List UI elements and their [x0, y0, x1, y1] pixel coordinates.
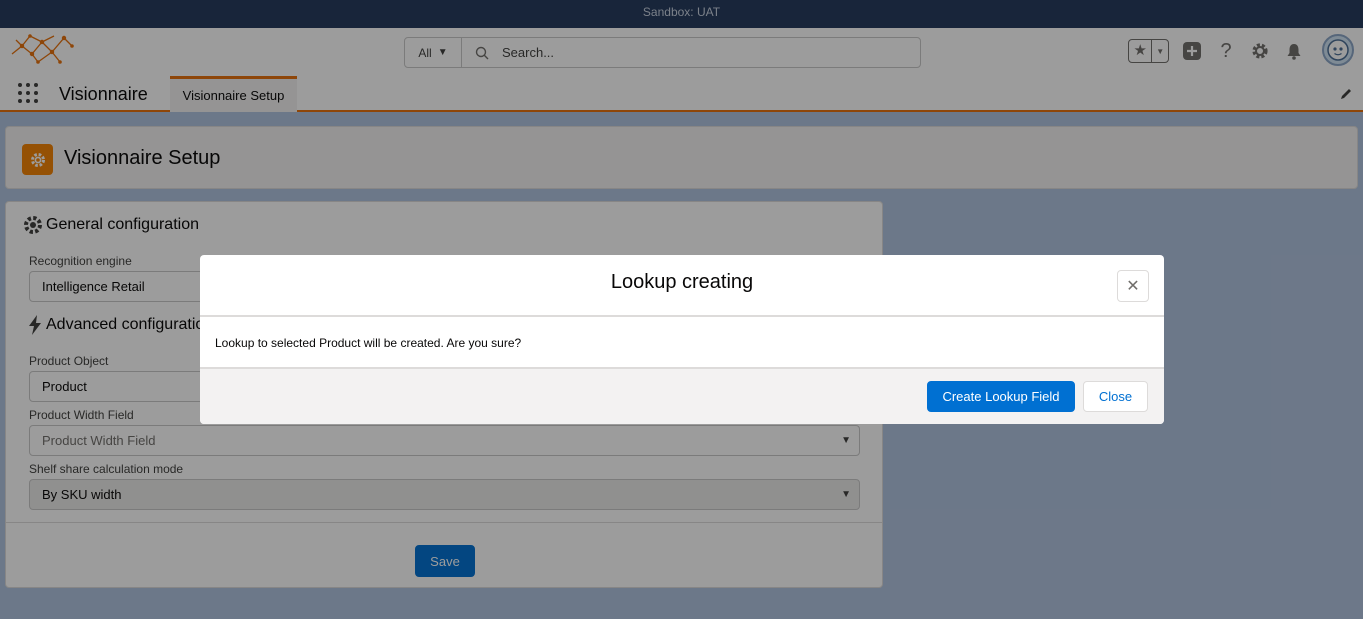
- lookup-creating-modal: Lookup creating ✕ Lookup to selected Pro…: [200, 255, 1164, 424]
- modal-close-button[interactable]: ✕: [1117, 270, 1149, 302]
- create-lookup-field-button[interactable]: Create Lookup Field: [927, 381, 1075, 412]
- close-icon: ✕: [1126, 278, 1140, 295]
- modal-header: Lookup creating ✕: [200, 255, 1164, 317]
- modal-footer: Create Lookup Field Close: [200, 367, 1164, 424]
- modal-title: Lookup creating: [610, 271, 754, 293]
- modal-body: Lookup to selected Product will be creat…: [200, 317, 1164, 367]
- modal-message: Lookup to selected Product will be creat…: [215, 336, 522, 350]
- close-button[interactable]: Close: [1083, 381, 1148, 412]
